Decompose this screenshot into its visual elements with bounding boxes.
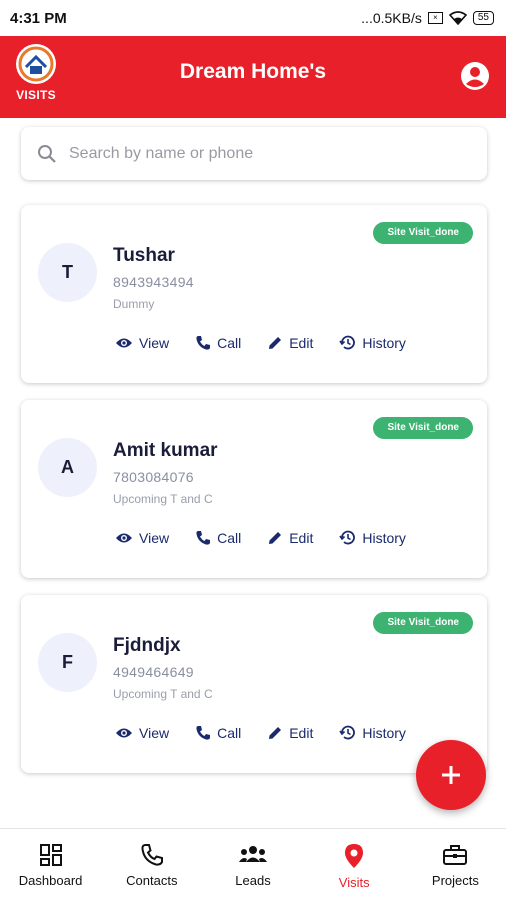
logo-caption: VISITS bbox=[16, 88, 56, 102]
edit-button[interactable]: Edit bbox=[267, 335, 313, 351]
history-icon bbox=[339, 530, 356, 545]
status-badge: Site Visit_done bbox=[373, 612, 473, 634]
nav-item-leads[interactable]: Leads bbox=[202, 829, 303, 900]
history-icon bbox=[339, 335, 356, 350]
eye-icon bbox=[116, 338, 132, 347]
pencil-icon bbox=[269, 336, 282, 349]
phone-icon bbox=[196, 530, 211, 545]
view-button[interactable]: View bbox=[115, 335, 169, 351]
card-actions: View Call Edit History bbox=[115, 724, 432, 741]
avatar: F bbox=[38, 633, 97, 692]
page-title: Dream Home's bbox=[179, 60, 327, 83]
bottom-navigation: Dashboard Contacts Leads Visits Projects bbox=[0, 828, 506, 900]
pencil-icon bbox=[269, 726, 282, 739]
view-button[interactable]: View bbox=[115, 530, 169, 546]
nav-item-projects[interactable]: Projects bbox=[405, 829, 506, 900]
network-speed: ...0.5KB/s bbox=[361, 10, 422, 26]
call-button[interactable]: Call bbox=[195, 725, 241, 741]
call-button[interactable]: Call bbox=[195, 335, 241, 351]
add-visit-button[interactable] bbox=[416, 740, 486, 810]
avatar: T bbox=[38, 243, 97, 302]
eye-icon bbox=[116, 533, 132, 542]
contact-name: Tushar bbox=[113, 245, 175, 266]
contact-phone: 7803084076 bbox=[113, 469, 194, 485]
contact-phone: 4949464649 bbox=[113, 664, 194, 680]
search-icon bbox=[38, 144, 56, 163]
battery-icon: 55 bbox=[472, 11, 494, 25]
plus-icon bbox=[442, 766, 460, 784]
visit-card: Site Visit_done T Tushar 8943943494 Dumm… bbox=[21, 205, 487, 383]
contact-name: Amit kumar bbox=[113, 440, 218, 461]
history-icon bbox=[339, 725, 356, 740]
search-input[interactable] bbox=[69, 144, 449, 163]
wifi-icon bbox=[448, 11, 467, 25]
contact-note: Dummy bbox=[113, 297, 155, 311]
status-badge: Site Visit_done bbox=[373, 417, 473, 439]
phone-icon bbox=[196, 725, 211, 740]
visit-card: Site Visit_done A Amit kumar 7803084076 … bbox=[21, 400, 487, 578]
history-button[interactable]: History bbox=[339, 724, 406, 741]
call-button[interactable]: Call bbox=[195, 530, 241, 546]
history-button[interactable]: History bbox=[339, 529, 406, 546]
card-actions: View Call Edit History bbox=[115, 529, 432, 546]
status-badge: Site Visit_done bbox=[373, 222, 473, 244]
status-bar: 4:31 PM ...0.5KB/s × 55 bbox=[0, 0, 506, 36]
contact-phone: 8943943494 bbox=[113, 274, 194, 290]
edit-button[interactable]: Edit bbox=[267, 530, 313, 546]
contact-name: Fjdndjx bbox=[113, 635, 181, 656]
card-actions: View Call Edit History bbox=[115, 334, 432, 351]
nav-item-dashboard[interactable]: Dashboard bbox=[0, 829, 101, 900]
view-button[interactable]: View bbox=[115, 725, 169, 741]
status-time: 4:31 PM bbox=[10, 9, 67, 27]
phone-icon bbox=[141, 844, 163, 866]
contact-note: Upcoming T and C bbox=[113, 492, 213, 506]
group-icon bbox=[239, 846, 267, 862]
app-header: VISITS Dream Home's bbox=[0, 36, 506, 118]
location-pin-icon bbox=[345, 844, 364, 868]
dashboard-icon bbox=[39, 844, 62, 866]
nav-item-contacts[interactable]: Contacts bbox=[101, 829, 202, 900]
account-circle-icon[interactable] bbox=[460, 61, 490, 91]
eye-icon bbox=[116, 728, 132, 737]
pencil-icon bbox=[269, 531, 282, 544]
contact-note: Upcoming T and C bbox=[113, 687, 213, 701]
edit-button[interactable]: Edit bbox=[267, 725, 313, 741]
avatar: A bbox=[38, 438, 97, 497]
nav-item-visits[interactable]: Visits bbox=[304, 829, 405, 900]
phone-icon bbox=[196, 335, 211, 350]
briefcase-icon bbox=[443, 845, 468, 865]
search-bar[interactable] bbox=[21, 127, 487, 180]
visit-card: Site Visit_done F Fjdndjx 4949464649 Upc… bbox=[21, 595, 487, 773]
history-button[interactable]: History bbox=[339, 334, 406, 351]
status-indicators: ...0.5KB/s × 55 bbox=[361, 10, 494, 26]
sim-icon: × bbox=[427, 12, 443, 24]
